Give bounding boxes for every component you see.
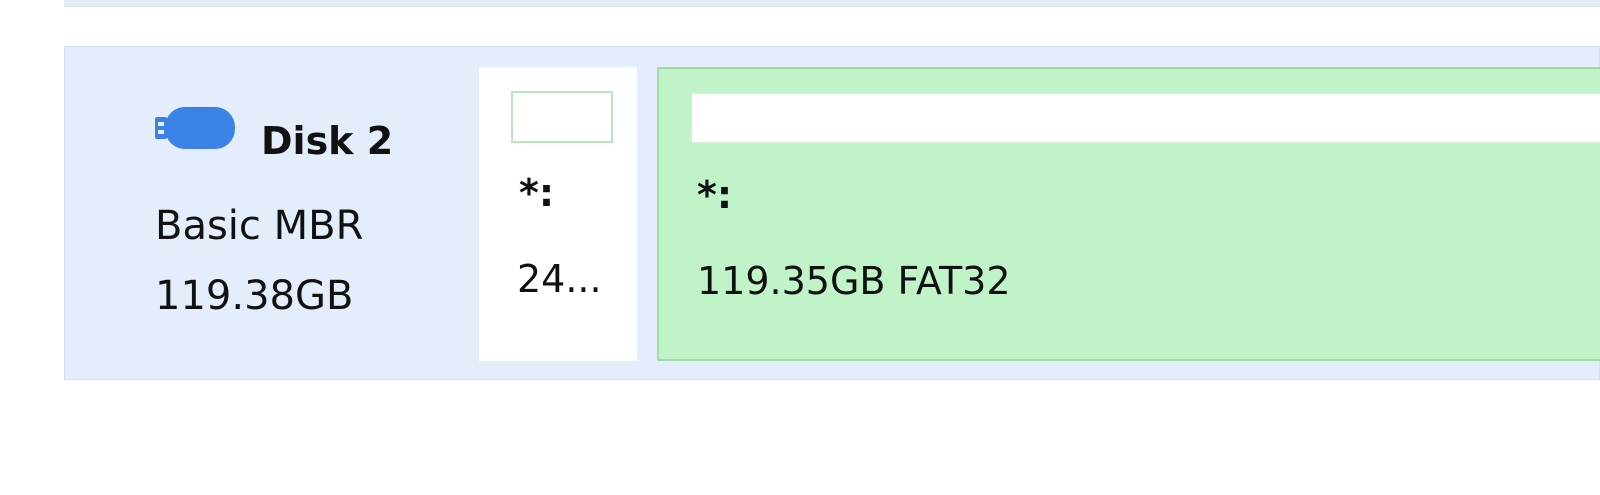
usb-drive-icon: [155, 107, 235, 149]
partition-usage-bar: [511, 91, 613, 143]
partition-fat32[interactable]: *: 119.35GB FAT32: [657, 67, 1600, 361]
disk-size: 119.38GB: [155, 273, 354, 319]
partition-usage-bar: [691, 93, 1600, 143]
partition-label: *:: [697, 173, 733, 217]
disk-type: Basic MBR: [155, 203, 364, 249]
disk-row[interactable]: Disk 2 Basic MBR 119.38GB *: 24... *: 11…: [64, 46, 1600, 380]
partition-info: 119.35GB FAT32: [697, 259, 1011, 303]
previous-disk-row-edge: [64, 0, 1600, 7]
partition-info: 24...: [517, 257, 602, 301]
partition-label: *:: [519, 171, 555, 215]
disk-info-panel[interactable]: Disk 2 Basic MBR 119.38GB: [155, 105, 475, 335]
disk-name: Disk 2: [261, 119, 394, 163]
partition-unallocated[interactable]: *: 24...: [479, 67, 637, 361]
